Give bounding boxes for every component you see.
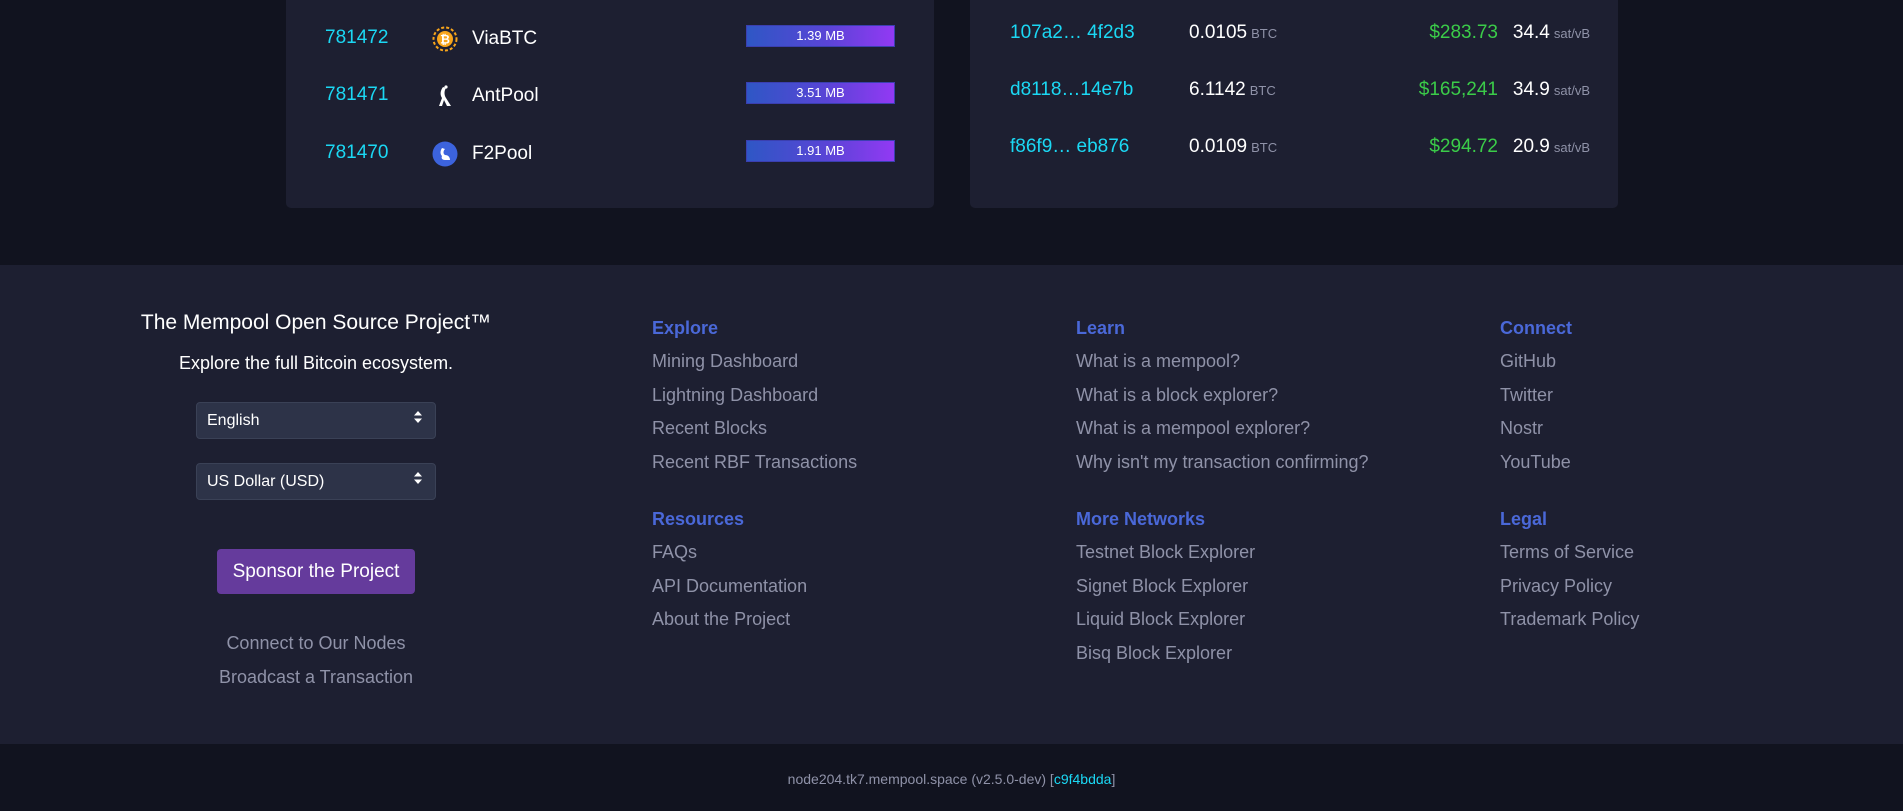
viabtc-icon: ₿ bbox=[432, 26, 458, 52]
footer-link[interactable]: What is a block explorer? bbox=[1076, 385, 1278, 406]
tx-amount: 0.0105 BTC bbox=[1189, 22, 1278, 43]
footer-link[interactable]: YouTube bbox=[1500, 452, 1571, 473]
footer-link[interactable]: Testnet Block Explorer bbox=[1076, 542, 1255, 563]
f2pool-icon bbox=[432, 141, 458, 167]
footer-link[interactable]: Why isn't my transaction confirming? bbox=[1076, 452, 1369, 473]
footer-link[interactable]: What is a mempool? bbox=[1076, 351, 1240, 372]
tx-fee-rate: 34.4 sat/vB bbox=[1512, 22, 1590, 43]
footer-link[interactable]: API Documentation bbox=[652, 576, 807, 597]
connect-heading: Connect bbox=[1500, 318, 1572, 338]
footer-link[interactable]: Terms of Service bbox=[1500, 542, 1634, 563]
transaction-row[interactable]: 107a2… 4f2d3 0.0105 BTC $283.73 34.4 sat/v… bbox=[970, 19, 1618, 59]
explore-heading: Explore bbox=[652, 318, 719, 338]
tx-amount: 6.1142 BTC bbox=[1189, 79, 1276, 100]
learn-heading: Learn bbox=[1076, 318, 1126, 338]
svg-text:₿: ₿ bbox=[440, 33, 450, 47]
footer-link[interactable]: About the Project bbox=[652, 609, 790, 630]
tx-usd-value: $294.72 bbox=[1429, 136, 1498, 157]
footer-link[interactable]: Privacy Policy bbox=[1500, 576, 1612, 597]
version-info: node204.tk7.mempool.space (v2.5.0-dev) [… bbox=[787, 771, 1116, 787]
footer-link[interactable]: Mining Dashboard bbox=[652, 351, 798, 372]
footer-link[interactable]: Recent Blocks bbox=[652, 418, 767, 439]
transaction-row[interactable]: d8118…14e7b 6.1142 BTC $165,241 34.9 sat/v… bbox=[970, 76, 1618, 116]
language-select-value: English bbox=[207, 412, 260, 429]
txid-link[interactable]: f86f9… eb876 bbox=[1010, 136, 1129, 158]
pool-name[interactable]: F2Pool bbox=[472, 143, 532, 165]
language-select[interactable]: English bbox=[196, 402, 436, 439]
pool-name[interactable]: ViaBTC bbox=[472, 28, 537, 50]
resources-heading: Resources bbox=[652, 509, 745, 529]
footer-link[interactable]: What is a mempool explorer? bbox=[1076, 418, 1310, 439]
block-height[interactable]: 781471 bbox=[325, 84, 388, 106]
footer-link[interactable]: Trademark Policy bbox=[1500, 609, 1639, 630]
commit-hash-link[interactable]: c9f4bdda bbox=[1054, 771, 1112, 787]
broadcast-transaction-link[interactable]: Broadcast a Transaction bbox=[0, 667, 632, 688]
block-size-bar: 1.91 MB bbox=[746, 140, 895, 162]
currency-select-value: US Dollar (USD) bbox=[207, 473, 325, 490]
footer-link[interactable]: Nostr bbox=[1500, 418, 1543, 439]
more-networks-heading: More Networks bbox=[1076, 509, 1206, 529]
recent-transactions-card: 107a2… 4f2d3 0.0105 BTC $283.73 34.4 sat/v… bbox=[970, 0, 1618, 208]
currency-select[interactable]: US Dollar (USD) bbox=[196, 463, 436, 500]
footer-link[interactable]: Lightning Dashboard bbox=[652, 385, 818, 406]
transaction-row[interactable]: f86f9… eb876 0.0109 BTC $294.72 20.9 sat/v… bbox=[970, 133, 1618, 173]
sort-arrows-icon bbox=[413, 464, 423, 499]
tx-fee-rate: 20.9 sat/vB bbox=[1512, 136, 1590, 157]
block-size-bar: 1.39 MB bbox=[746, 25, 895, 47]
sort-arrows-icon bbox=[413, 403, 423, 438]
tx-usd-value: $283.73 bbox=[1429, 22, 1498, 43]
footer-link[interactable]: FAQs bbox=[652, 542, 697, 563]
footer-link[interactable]: Signet Block Explorer bbox=[1076, 576, 1248, 597]
version-bar: node204.tk7.mempool.space (v2.5.0-dev) [… bbox=[0, 744, 1903, 811]
txid-link[interactable]: 107a2… 4f2d3 bbox=[1010, 22, 1135, 44]
block-size-bar: 3.51 MB bbox=[746, 82, 895, 104]
site-tagline: Explore the full Bitcoin ecosystem. bbox=[178, 353, 454, 373]
footer-link[interactable]: Recent RBF Transactions bbox=[652, 452, 857, 473]
tx-fee-rate: 34.9 sat/vB bbox=[1512, 79, 1590, 100]
block-height[interactable]: 781470 bbox=[325, 142, 388, 164]
block-height[interactable]: 781472 bbox=[325, 27, 388, 49]
antpool-icon bbox=[439, 85, 451, 106]
recent-blocks-card: 781472 ₿ ViaBTC 2,720 1.39 MB 781471 Ant… bbox=[286, 0, 934, 208]
footer-link[interactable]: Twitter bbox=[1500, 385, 1553, 406]
tx-usd-value: $165,241 bbox=[1418, 79, 1498, 100]
tx-amount: 0.0109 BTC bbox=[1189, 136, 1278, 157]
footer-link[interactable]: GitHub bbox=[1500, 351, 1556, 372]
connect-nodes-link[interactable]: Connect to Our Nodes bbox=[0, 633, 632, 654]
top-section: 781472 ₿ ViaBTC 2,720 1.39 MB 781471 Ant… bbox=[0, 0, 1903, 265]
block-row[interactable]: 781471 AntPool 569 3.51 MB bbox=[286, 76, 934, 116]
site-title: The Mempool Open Source Project™ bbox=[140, 311, 492, 334]
block-row[interactable]: 781472 ₿ ViaBTC 2,720 1.39 MB bbox=[286, 19, 934, 59]
sponsor-button[interactable]: Sponsor the Project bbox=[217, 549, 415, 594]
footer-link[interactable]: Liquid Block Explorer bbox=[1076, 609, 1245, 630]
pool-name[interactable]: AntPool bbox=[472, 85, 539, 107]
block-row[interactable]: 781470 F2Pool 1,767 1.91 MB bbox=[286, 134, 934, 174]
site-footer: The Mempool Open Source Project™ Explore… bbox=[0, 265, 1903, 744]
txid-link[interactable]: d8118…14e7b bbox=[1010, 79, 1133, 101]
footer-link[interactable]: Bisq Block Explorer bbox=[1076, 643, 1232, 664]
legal-heading: Legal bbox=[1500, 509, 1548, 529]
